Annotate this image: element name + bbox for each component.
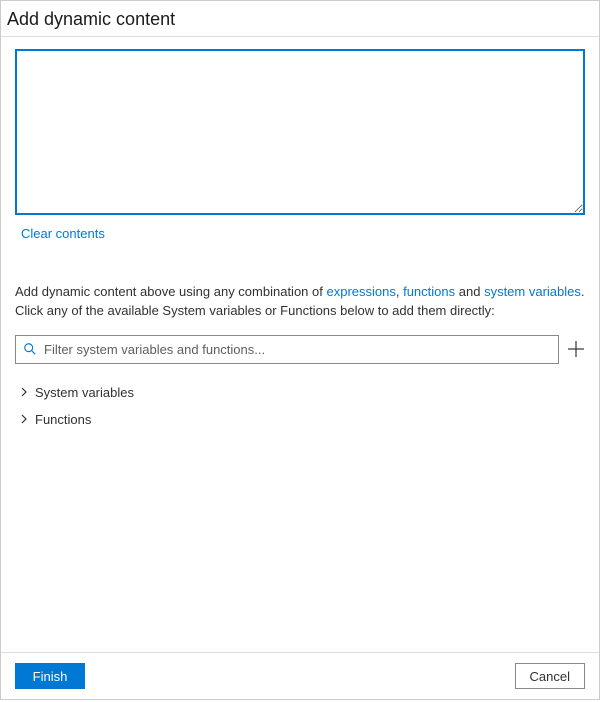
- system-variables-link[interactable]: system variables: [484, 284, 581, 299]
- finish-button[interactable]: Finish: [15, 663, 85, 689]
- dialog-footer: Finish Cancel: [1, 652, 599, 699]
- cancel-button[interactable]: Cancel: [515, 663, 585, 689]
- dialog-title: Add dynamic content: [1, 1, 599, 37]
- tree-item-functions[interactable]: Functions: [15, 409, 585, 430]
- tree-label: System variables: [35, 385, 134, 400]
- add-dynamic-content-dialog: Add dynamic content Clear contents Add d…: [0, 0, 600, 700]
- dialog-content: Clear contents Add dynamic content above…: [1, 37, 599, 652]
- dynamic-content-input[interactable]: [15, 49, 585, 215]
- tree-label: Functions: [35, 412, 91, 427]
- search-wrap: [15, 335, 559, 364]
- chevron-right-icon: [19, 387, 29, 397]
- search-icon: [23, 342, 37, 356]
- filter-row: [15, 335, 585, 364]
- editor-wrap: [15, 49, 585, 218]
- help-sep1: ,: [396, 284, 403, 299]
- functions-link[interactable]: functions: [403, 284, 455, 299]
- help-sep2: and: [455, 284, 484, 299]
- filter-input[interactable]: [15, 335, 559, 364]
- help-text: Add dynamic content above using any comb…: [15, 283, 585, 321]
- clear-contents-link[interactable]: Clear contents: [21, 226, 585, 241]
- add-icon[interactable]: [567, 340, 585, 358]
- tree: System variables Functions: [15, 382, 585, 430]
- tree-item-system-variables[interactable]: System variables: [15, 382, 585, 403]
- expressions-link[interactable]: expressions: [326, 284, 395, 299]
- chevron-right-icon: [19, 414, 29, 424]
- help-prefix: Add dynamic content above using any comb…: [15, 284, 326, 299]
